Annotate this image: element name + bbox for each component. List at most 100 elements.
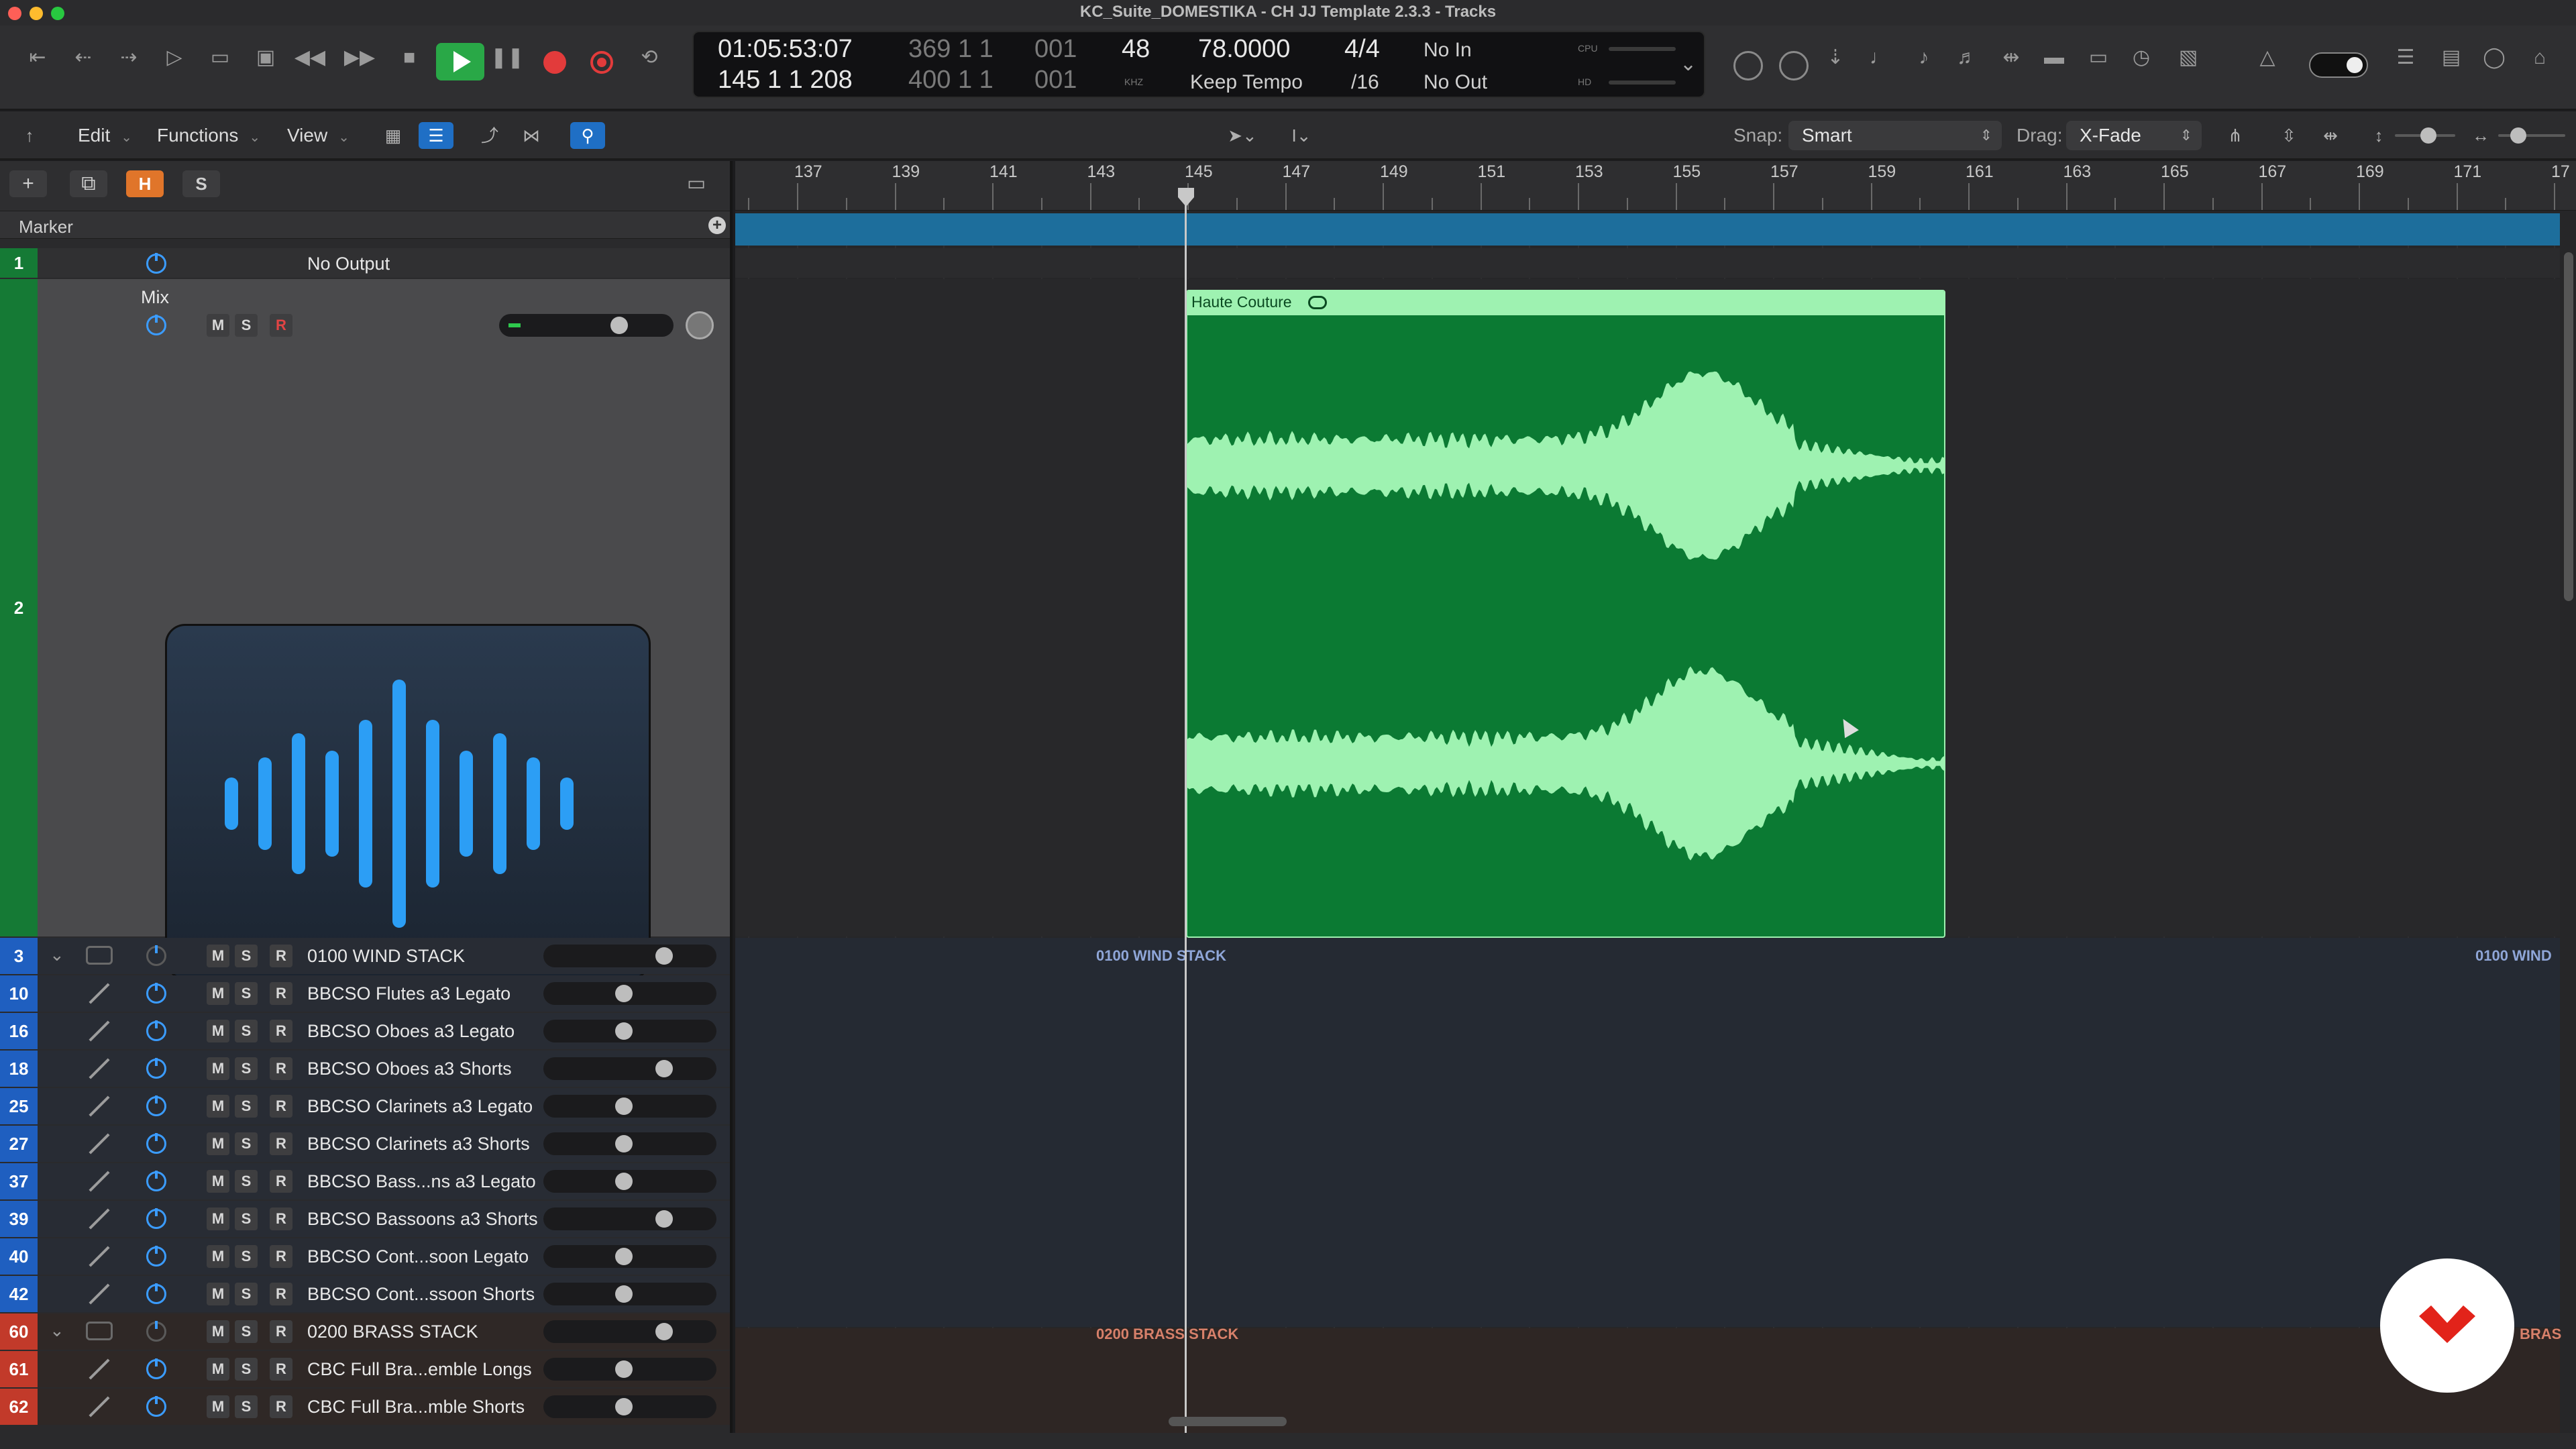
track-row[interactable]: 27 M S R BBCSO Clarinets a3 Shorts (0, 1126, 730, 1162)
fader-knob[interactable] (610, 317, 628, 334)
mute-button[interactable]: M (207, 982, 229, 1005)
record-enable-button[interactable]: R (270, 1020, 292, 1042)
volume-fader[interactable] (543, 982, 716, 1005)
record-enable-button[interactable]: R (270, 1320, 292, 1343)
solo-button[interactable]: S (235, 1245, 258, 1268)
solo-button[interactable]: S (235, 1020, 258, 1042)
edit-menu[interactable]: Edit ⌄ (70, 121, 140, 150)
playhead[interactable] (1185, 191, 1187, 1433)
play-window-icon[interactable]: ▣ (247, 44, 284, 71)
bar-ruler[interactable]: 137 139 141 143 145 147 149 151 153 155 157 159 161 1… (735, 161, 2576, 211)
functions-menu[interactable]: Functions ⌄ (149, 121, 268, 150)
list-editors-icon[interactable] (1733, 51, 1763, 80)
track-row[interactable]: 10 M S R BBCSO Flutes a3 Legato (0, 975, 730, 1012)
track-row[interactable]: 60 ⌄ M S R 0200 BRASS STACK (0, 1313, 730, 1350)
slider-knob[interactable] (2510, 127, 2526, 144)
zoom-fit-icon[interactable]: ⇹ (1992, 44, 2030, 71)
track-name[interactable]: 0100 WIND STACK (307, 946, 465, 967)
track-name[interactable]: CBC Full Bra...emble Longs (307, 1359, 532, 1380)
solo-button[interactable]: S (235, 1170, 258, 1193)
record-enable-button[interactable]: R (270, 982, 292, 1005)
volume-fader[interactable] (543, 1395, 716, 1418)
region-header[interactable]: Haute Couture (1187, 291, 1944, 315)
cycle-icon[interactable]: ⟲ (631, 44, 668, 71)
play-button[interactable] (436, 43, 484, 80)
solo-button[interactable]: S (235, 982, 258, 1005)
power-icon[interactable] (146, 983, 166, 1004)
track-row[interactable]: 2 Mix M S R (0, 279, 730, 979)
power-icon[interactable] (146, 1171, 166, 1191)
mute-button[interactable]: M (207, 1395, 229, 1418)
track-row[interactable]: 42 M S R BBCSO Cont...ssoon Shorts (0, 1276, 730, 1312)
solo-button[interactable]: S (235, 314, 258, 337)
volume-fader[interactable] (543, 1320, 716, 1343)
lane-no-output[interactable] (735, 248, 2560, 278)
fader-knob[interactable] (655, 1210, 673, 1228)
marker-lane[interactable] (735, 213, 2560, 246)
replace-record-button[interactable] (590, 51, 613, 74)
track-name[interactable]: BBCSO Bassoons a3 Shorts (307, 1209, 538, 1230)
fader-knob[interactable] (655, 1060, 673, 1077)
lcd-chevron-icon[interactable]: ⌄ (1680, 52, 1697, 76)
snap-select[interactable]: Smart ⇕ (1788, 121, 2002, 150)
track-name[interactable]: 0200 BRASS STACK (307, 1322, 478, 1342)
solo-button[interactable]: S (235, 1320, 258, 1343)
arrange-area[interactable]: 137 139 141 143 145 147 149 151 153 155 157 159 161 1… (735, 161, 2576, 1433)
volume-fader[interactable] (543, 1245, 716, 1268)
automation-icon[interactable]: ▬ (2035, 44, 2073, 71)
track-name[interactable]: BBCSO Oboes a3 Shorts (307, 1059, 512, 1079)
history-icon[interactable]: ◷ (2123, 44, 2160, 71)
fader-knob[interactable] (615, 1173, 633, 1190)
track-row[interactable]: 18 M S R BBCSO Oboes a3 Shorts (0, 1051, 730, 1087)
solo-button[interactable]: S (235, 1095, 258, 1118)
record-enable-button[interactable]: R (270, 945, 292, 967)
track-row[interactable]: 25 M S R BBCSO Clarinets a3 Legato (0, 1088, 730, 1124)
track-row[interactable]: 40 M S R BBCSO Cont...soon Legato (0, 1238, 730, 1275)
record-enable-button[interactable]: R (270, 1095, 292, 1118)
record-enable-button[interactable]: R (270, 1358, 292, 1381)
tempo-mode[interactable]: Keep Tempo (1190, 71, 1303, 94)
flex-mode-icon[interactable]: ⋈ (514, 122, 549, 149)
fader-knob[interactable] (615, 1398, 633, 1415)
volume-fader[interactable] (543, 1283, 716, 1305)
solo-icon[interactable]: ♪ (1905, 44, 1943, 71)
track-row[interactable]: 62 M S R CBC Full Bra...mble Shorts (0, 1389, 730, 1425)
disclosure-chevron-icon[interactable]: ⌄ (50, 945, 64, 965)
track-name[interactable]: CBC Full Bra...mble Shorts (307, 1397, 525, 1417)
catch-playhead-icon[interactable]: ⚲ (570, 122, 605, 149)
audio-region[interactable]: Haute Couture (1186, 290, 1945, 938)
rewind-icon[interactable]: ◀◀ (291, 44, 329, 71)
solo-button[interactable]: S (235, 1395, 258, 1418)
fader-knob[interactable] (615, 1285, 633, 1303)
loops-icon[interactable]: ◯ (2475, 44, 2513, 71)
notes-icon[interactable]: ▤ (2432, 44, 2470, 71)
grid-view-icon[interactable]: ▦ (376, 122, 411, 149)
volume-fader[interactable] (543, 1095, 716, 1118)
lane-brass-group[interactable] (735, 1328, 2560, 1433)
add-marker-icon[interactable]: + (708, 217, 726, 234)
mute-button[interactable]: M (207, 1245, 229, 1268)
volume-fader[interactable] (543, 1208, 716, 1230)
flex-icon[interactable]: ▭ (2080, 44, 2117, 71)
solo-button[interactable]: S (235, 1057, 258, 1080)
automation-curve-icon[interactable]: ⤴ (472, 122, 507, 149)
solo-global-button[interactable]: S (182, 170, 220, 197)
view-menu[interactable]: View ⌄ (279, 121, 358, 150)
fader-knob[interactable] (615, 1022, 633, 1040)
track-row[interactable]: 3 ⌄ M S R 0100 WIND STACK (0, 938, 730, 974)
mute-button[interactable]: M (207, 314, 229, 337)
fader-knob[interactable] (615, 985, 633, 1002)
power-icon[interactable] (146, 1283, 166, 1304)
power-icon[interactable] (146, 1321, 166, 1342)
previous-marker-icon[interactable]: ⇠ (64, 44, 102, 71)
tempo-value[interactable]: 78.0000 (1198, 35, 1290, 64)
waveform-zoom-icon[interactable]: ⋔ (2218, 122, 2253, 149)
horizontal-zoom-slider[interactable] (2498, 127, 2565, 144)
back-icon[interactable]: ↑ (12, 122, 47, 149)
pan-knob[interactable] (686, 311, 714, 339)
mute-button[interactable]: M (207, 1283, 229, 1305)
power-icon[interactable] (146, 945, 166, 966)
mute-button[interactable]: M (207, 1320, 229, 1343)
volume-fader[interactable] (543, 1358, 716, 1381)
power-icon[interactable] (146, 315, 166, 335)
